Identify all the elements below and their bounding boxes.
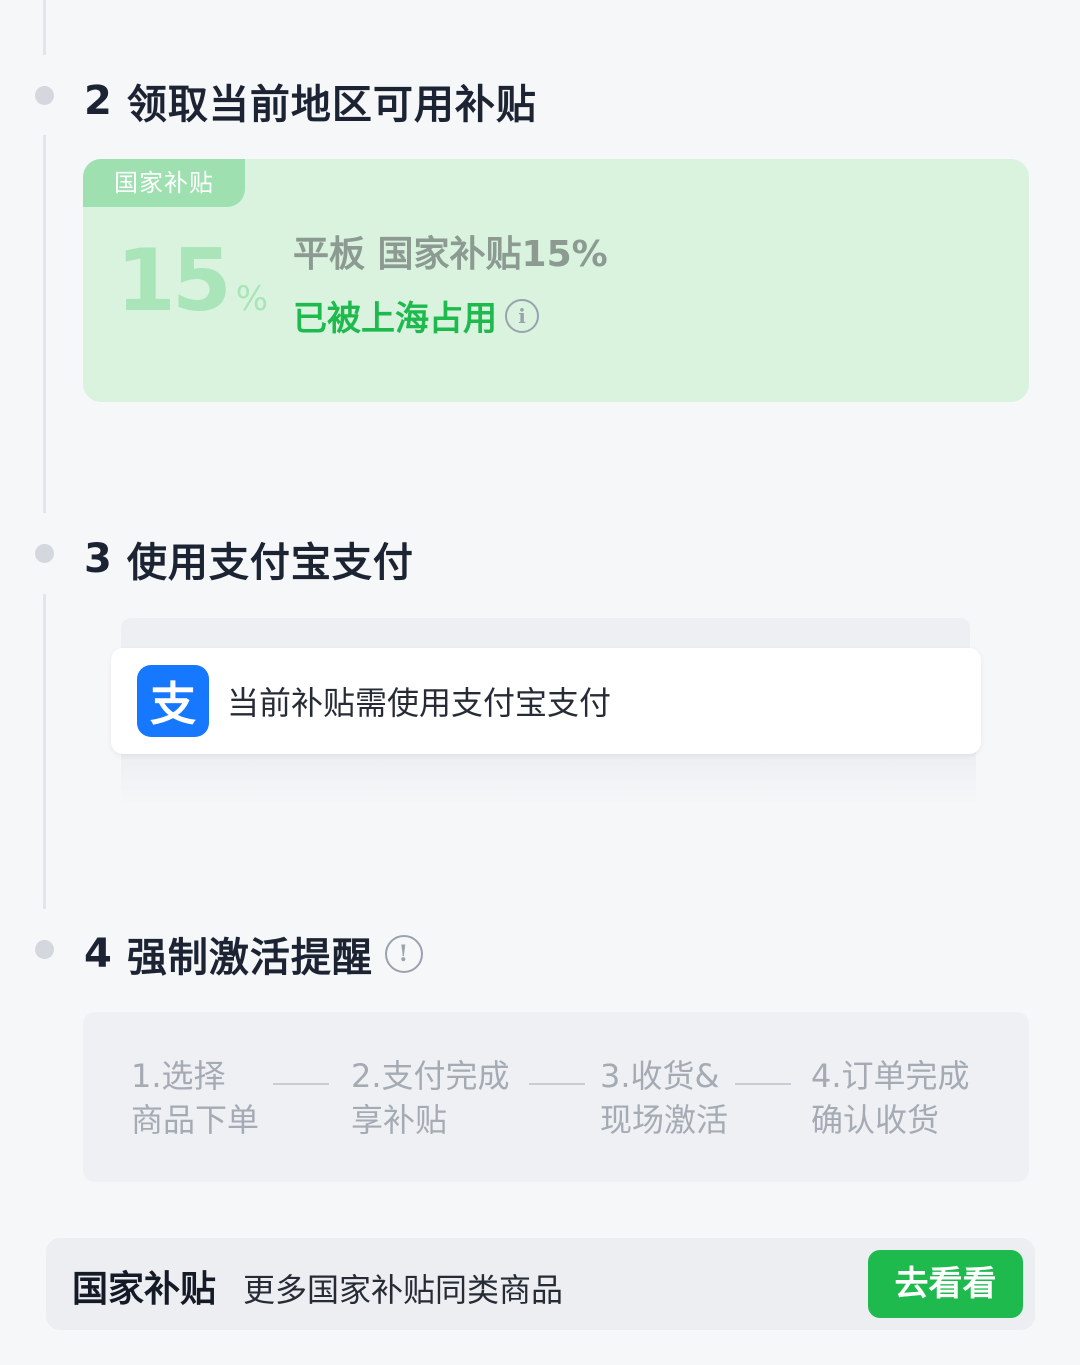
step-label: 强制激活提醒 — [126, 935, 373, 981]
info-icon[interactable]: i — [505, 298, 539, 333]
subsidy-percent-value: 15 — [116, 231, 232, 331]
bottom-promo-bar[interactable]: 国家补贴 更多国家补贴同类商品 去看看 — [46, 1238, 1035, 1330]
subsidy-name: 平板 国家补贴15% — [293, 234, 608, 275]
timeline-dot-step-2 — [35, 86, 54, 105]
bottom-description: 更多国家补贴同类商品 — [243, 1271, 564, 1309]
subsidy-status-text: 已被上海占用 — [293, 299, 497, 339]
timeline-dot-step-4 — [35, 940, 54, 959]
timeline-line-3-4 — [43, 594, 46, 909]
timeline-dot-step-3 — [35, 544, 54, 563]
flow-step-line1: 1.选择 — [131, 1057, 226, 1095]
step-2-title: 2 领取当前地区可用补贴 — [84, 72, 537, 130]
flow-step-2: 2.支付完成 享补贴 — [351, 1054, 510, 1142]
warning-icon[interactable]: ! — [384, 935, 423, 973]
bottom-brand-label: 国家补贴 — [72, 1269, 217, 1310]
flow-step-line2: 现场激活 — [600, 1101, 729, 1139]
flow-separator — [273, 1083, 329, 1085]
step-4-title: 4 强制激活提醒 ! — [84, 925, 423, 983]
flow-step-line2: 确认收货 — [811, 1101, 940, 1139]
flow-separator — [735, 1083, 791, 1085]
step-number: 2 — [84, 78, 113, 124]
flow-step-4: 4.订单完成 确认收货 — [811, 1054, 970, 1142]
step-number: 4 — [84, 931, 113, 977]
timeline-line-2-3 — [43, 135, 46, 513]
flow-step-3: 3.收货& 现场激活 — [600, 1054, 728, 1142]
subsidy-card[interactable]: 国家补贴 15% 平板 国家补贴15% 已被上海占用 i — [83, 159, 1029, 402]
step-label: 领取当前地区可用补贴 — [126, 82, 537, 128]
step-label: 使用支付宝支付 — [126, 540, 414, 586]
flow-step-line2: 享补贴 — [351, 1101, 448, 1139]
subsidy-status: 已被上海占用 i — [293, 291, 539, 340]
alipay-card-backdrop-bottom — [121, 752, 976, 804]
step-3-title: 3 使用支付宝支付 — [84, 530, 414, 588]
subsidy-percent: 15% — [116, 231, 268, 349]
flow-step-line1: 2.支付完成 — [351, 1057, 510, 1095]
activation-flow: 1.选择 商品下单 2.支付完成 享补贴 3.收货& 现场激活 4.订单完成 确… — [83, 1012, 1029, 1182]
subsidy-tag: 国家补贴 — [83, 159, 245, 207]
alipay-payment-card[interactable]: 支 当前补贴需使用支付宝支付 — [111, 648, 981, 754]
alipay-logo-icon: 支 — [137, 665, 209, 737]
step-number: 3 — [84, 536, 113, 582]
go-see-button[interactable]: 去看看 — [868, 1250, 1023, 1318]
flow-step-1: 1.选择 商品下单 — [131, 1054, 259, 1142]
flow-separator — [529, 1083, 585, 1085]
subsidy-percent-symbol: % — [235, 279, 268, 319]
flow-step-line2: 商品下单 — [131, 1101, 260, 1139]
flow-step-line1: 4.订单完成 — [811, 1057, 970, 1095]
timeline-line-top — [43, 0, 46, 55]
alipay-payment-text: 当前补贴需使用支付宝支付 — [227, 684, 612, 722]
flow-step-line1: 3.收货& — [600, 1057, 720, 1095]
